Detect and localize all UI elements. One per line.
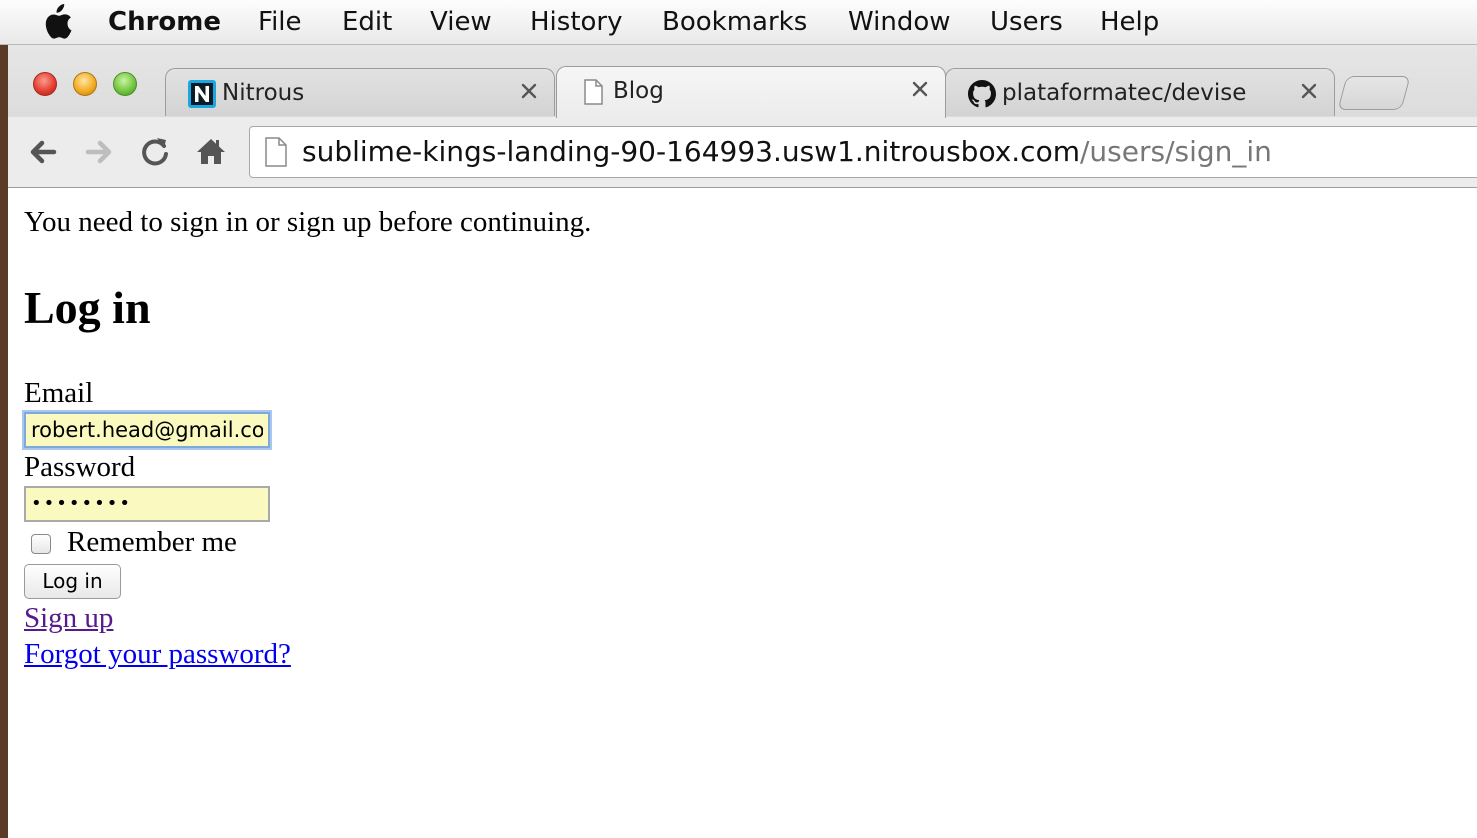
menu-users[interactable]: Users — [990, 6, 1063, 38]
mac-menu-bar: Chrome File Edit View History Bookmarks … — [0, 0, 1477, 45]
menu-edit[interactable]: Edit — [342, 6, 392, 38]
remember-me-checkbox[interactable] — [31, 534, 51, 554]
close-icon[interactable] — [909, 78, 931, 100]
apple-logo-icon[interactable] — [38, 3, 74, 41]
tab-title: Nitrous — [222, 80, 305, 106]
tab-title: Blog — [613, 78, 664, 104]
email-field[interactable] — [24, 412, 270, 448]
url-path: /users/sign_in — [1079, 135, 1272, 168]
page-icon — [584, 79, 603, 105]
nitrous-logo-icon — [188, 80, 216, 108]
close-window-button[interactable] — [33, 72, 57, 96]
tab-blog[interactable]: Blog — [556, 66, 946, 118]
forgot-password-link[interactable]: Forgot your password? — [24, 637, 291, 671]
home-icon[interactable] — [191, 132, 231, 172]
menu-bookmarks[interactable]: Bookmarks — [662, 6, 807, 38]
page-title: Log in — [24, 282, 151, 333]
close-icon[interactable] — [1298, 80, 1320, 102]
flash-notice: You need to sign in or sign up before co… — [24, 206, 592, 238]
new-tab-button[interactable] — [1337, 76, 1411, 110]
menu-window[interactable]: Window — [848, 6, 951, 38]
close-icon[interactable] — [518, 80, 540, 102]
email-label: Email — [24, 377, 94, 409]
tab-github[interactable]: plataformatec/devise — [945, 68, 1335, 116]
desktop-edge — [0, 45, 8, 838]
remember-me-label: Remember me — [67, 526, 237, 558]
menu-file[interactable]: File — [258, 6, 302, 38]
forward-arrow-icon[interactable] — [78, 132, 118, 172]
url-host: sublime-kings-landing-90-164993.usw1.nit… — [302, 135, 1080, 168]
page-icon — [265, 137, 287, 167]
menu-help[interactable]: Help — [1100, 6, 1159, 38]
url-text[interactable]: sublime-kings-landing-90-164993.usw1.nit… — [302, 135, 1272, 169]
login-button[interactable]: Log in — [24, 564, 121, 599]
reload-icon[interactable] — [135, 132, 175, 172]
minimize-window-button[interactable] — [73, 72, 97, 96]
tab-title: plataformatec/devise — [1002, 80, 1247, 106]
menu-chrome[interactable]: Chrome — [108, 6, 221, 38]
sign-up-link[interactable]: Sign up — [24, 601, 113, 635]
menu-view[interactable]: View — [430, 6, 492, 38]
address-bar[interactable]: sublime-kings-landing-90-164993.usw1.nit… — [249, 126, 1477, 178]
password-label: Password — [24, 451, 136, 483]
menu-history[interactable]: History — [530, 6, 623, 38]
back-arrow-icon[interactable] — [24, 132, 64, 172]
password-field[interactable]: •••••••• — [24, 486, 270, 522]
github-icon — [968, 80, 996, 108]
zoom-window-button[interactable] — [113, 72, 137, 96]
tab-nitrous[interactable]: Nitrous — [165, 68, 555, 116]
